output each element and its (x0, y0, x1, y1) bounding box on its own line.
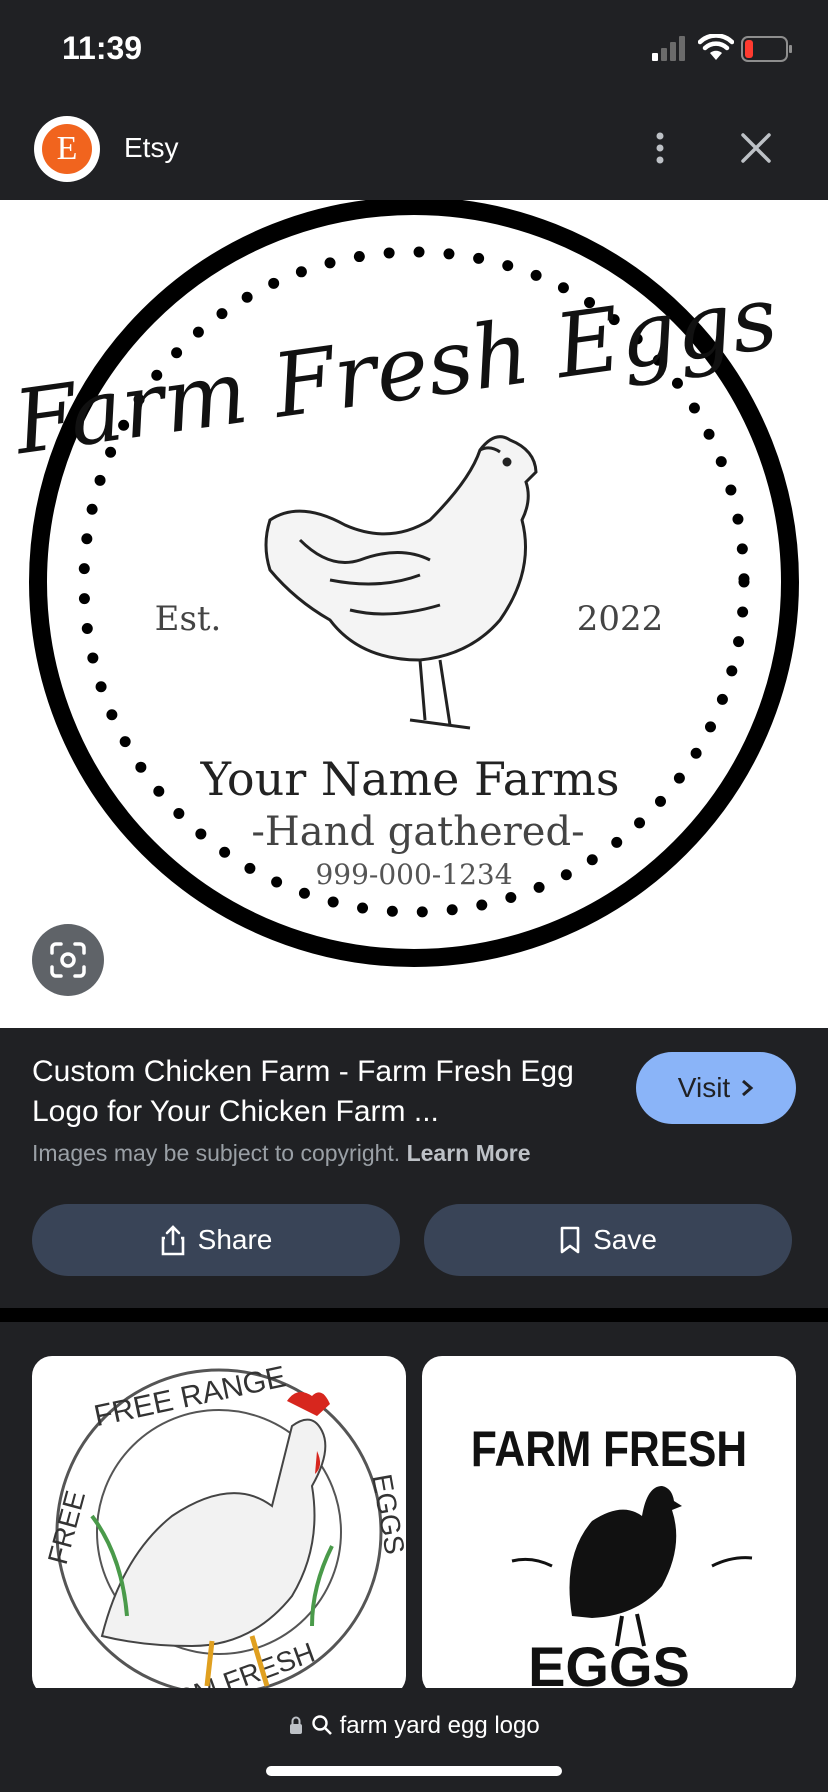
lens-icon (50, 942, 86, 978)
site-name[interactable]: Etsy (124, 132, 178, 164)
close-icon[interactable] (738, 130, 774, 166)
status-bar: 11:39 (0, 0, 828, 100)
visit-button[interactable]: Visit (636, 1052, 796, 1124)
home-indicator (266, 1766, 562, 1776)
bookmark-icon (560, 1226, 580, 1254)
result-title[interactable]: Custom Chicken Farm - Farm Fresh Egg Log… (32, 1052, 592, 1132)
eggs-side-text: EGGS (366, 1472, 406, 1557)
farm-name: Your Name Farms (200, 752, 620, 806)
farm-fresh-heading: FARM FRESH (471, 1421, 747, 1477)
year-label: 2022 (577, 599, 664, 639)
hen-illustration (264, 435, 538, 730)
farm-fresh-eggs-sign-image: FARM FRESH EGGS (471, 1421, 753, 1696)
copyright-text: Images may be subject to copyright. (32, 1140, 401, 1166)
search-icon (312, 1715, 332, 1735)
tagline: -Hand gathered- (251, 809, 584, 855)
google-lens-button[interactable] (32, 924, 104, 996)
more-options-icon[interactable] (645, 128, 675, 168)
battery-icon (741, 36, 792, 62)
search-url[interactable]: farm yard egg logo (0, 1712, 828, 1740)
eggs-heading: EGGS (528, 1635, 690, 1696)
preview-image[interactable]: Farm Fresh Eggs Est. 2022 Your Name Farm… (0, 197, 828, 1028)
search-query: farm yard egg logo (339, 1712, 540, 1739)
wifi-icon (698, 34, 734, 60)
copyright-notice: Images may be subject to copyright. Lear… (32, 1140, 531, 1167)
lock-icon (290, 1716, 303, 1734)
result-info-panel: Custom Chicken Farm - Farm Fresh Egg Log… (0, 1028, 828, 1308)
script-title: Farm Fresh Eggs (6, 265, 783, 474)
learn-more-link[interactable]: Learn More (407, 1140, 531, 1166)
share-icon (161, 1225, 184, 1256)
visit-label: Visit (677, 1072, 731, 1103)
save-label: Save (593, 1224, 657, 1255)
share-button[interactable]: Share (32, 1204, 400, 1276)
farm-fresh-eggs-logo: Farm Fresh Eggs Est. 2022 Your Name Farm… (6, 197, 799, 967)
share-label: Share (197, 1224, 273, 1255)
section-divider (0, 1308, 828, 1322)
related-image-2[interactable]: FARM FRESH EGGS (422, 1356, 796, 1696)
save-button[interactable]: Save (424, 1204, 792, 1276)
free-text: FREE (42, 1487, 91, 1567)
source-header: E Etsy (0, 100, 828, 200)
status-time: 11:39 (62, 30, 143, 66)
etsy-logo-letter: E (42, 124, 92, 174)
free-range-rooster-image: FREE RANGE FREE EGGS FARM FRESH (42, 1360, 406, 1696)
est-label: Est. (155, 599, 222, 639)
phone-number: 999-000-1234 (315, 858, 512, 891)
cellular-signal-icon (652, 36, 685, 61)
chevron-right-icon (742, 1079, 754, 1097)
related-image-1[interactable]: FREE RANGE FREE EGGS FARM FRESH (32, 1356, 406, 1696)
related-images-grid: FREE RANGE FREE EGGS FARM FRESH FARM FRE… (0, 1322, 828, 1696)
etsy-logo[interactable]: E (34, 116, 100, 182)
bottom-search-bar: farm yard egg logo (0, 1688, 828, 1792)
